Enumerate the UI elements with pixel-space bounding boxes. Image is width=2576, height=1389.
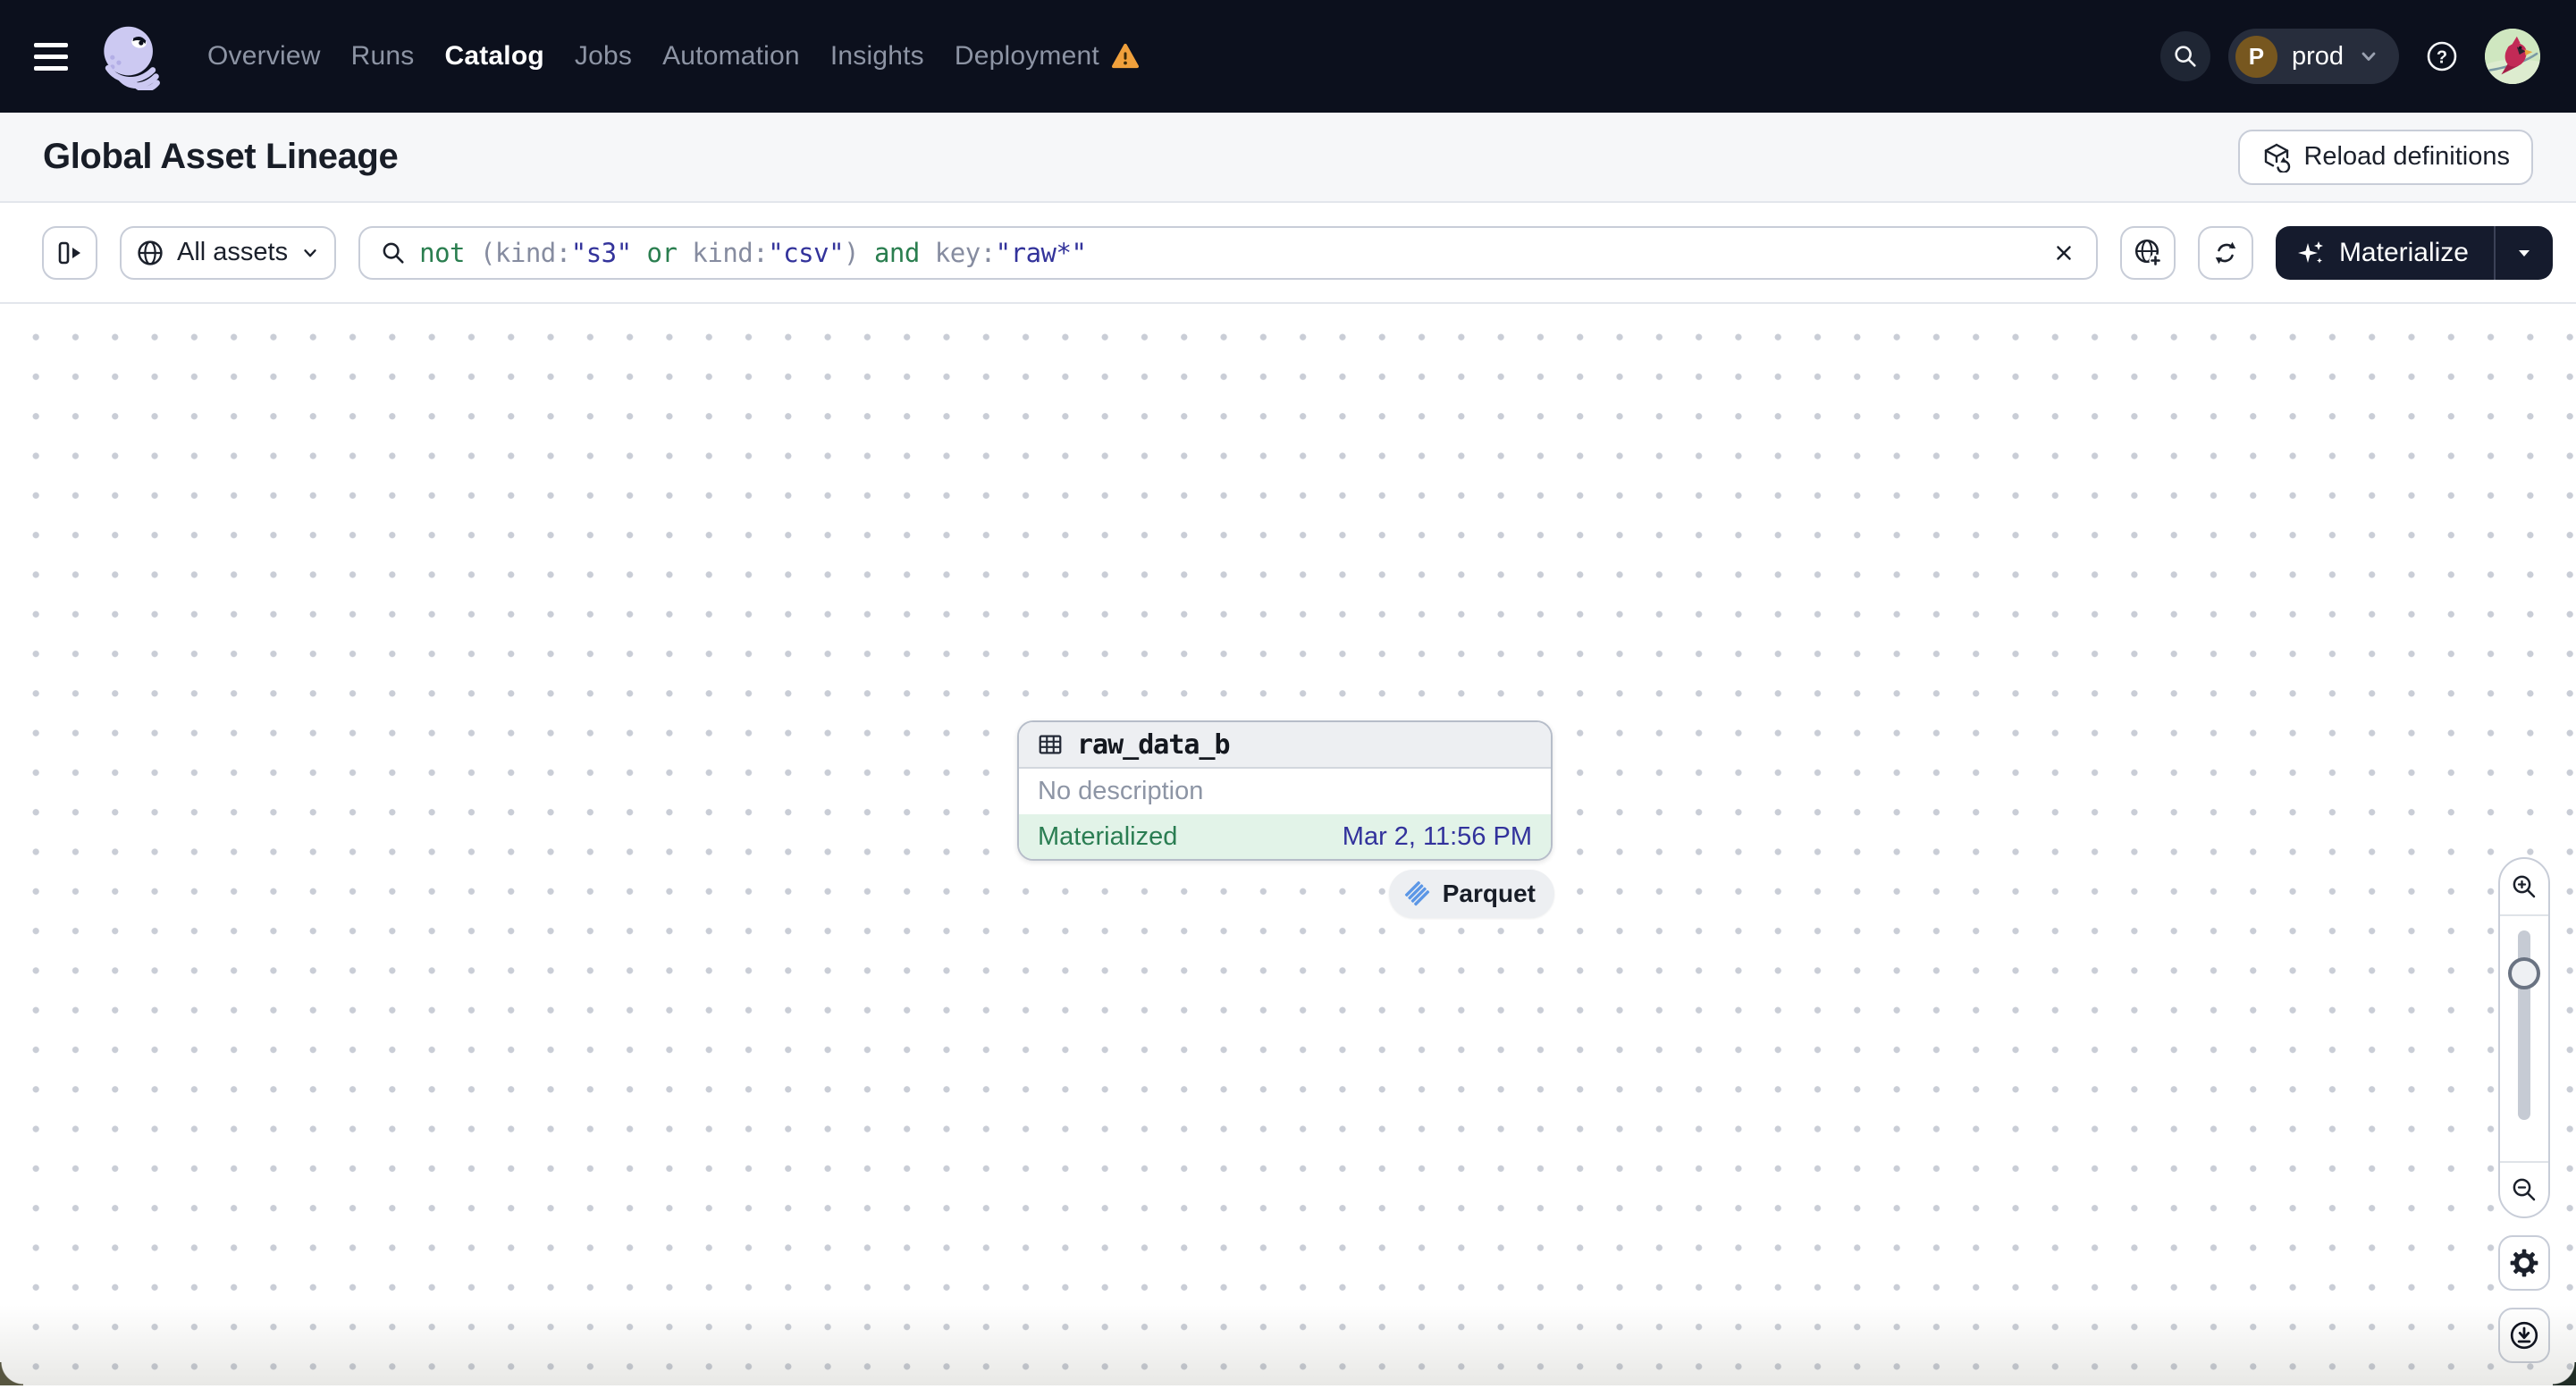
zoom-in-icon: [2513, 875, 2536, 898]
zoom-controls: [2498, 857, 2550, 1218]
search-icon: [2175, 46, 2196, 67]
query-token: "csv": [768, 237, 845, 268]
help-icon: ?: [2427, 41, 2457, 72]
open-sidebar-button[interactable]: [42, 225, 97, 280]
asset-filter-query: not (kind:"s3" or kind:"csv") and key:"r…: [419, 238, 2032, 268]
view-full-catalog-button[interactable]: [2119, 225, 2176, 280]
query-token: key:: [934, 237, 996, 268]
gear-icon: [2510, 1249, 2538, 1277]
dagster-octopus-icon: [104, 26, 160, 90]
query-token: not: [419, 237, 480, 268]
globe-add-icon: [2134, 239, 2162, 266]
environment-switcher[interactable]: P prod: [2227, 29, 2399, 84]
search-icon: [383, 242, 404, 264]
materialize-label: Materialize: [2338, 237, 2469, 267]
download-graph-button[interactable]: [2498, 1308, 2550, 1363]
nav-item-catalog[interactable]: Catalog: [444, 41, 543, 72]
dagster-logo[interactable]: [97, 22, 164, 90]
reload-definitions-label: Reload definitions: [2303, 142, 2510, 171]
app-root: Overview Runs Catalog Jobs Automation In…: [0, 0, 2576, 1389]
refresh-icon: [2215, 241, 2236, 264]
query-token: "s3": [570, 237, 632, 268]
sparkles-icon: [2297, 240, 2323, 263]
chevron-down-icon: [2361, 52, 2376, 61]
environment-name: prod: [2291, 41, 2344, 71]
asset-node-raw-data-b[interactable]: raw_data_b No description Materialized M…: [1017, 720, 1553, 861]
asset-scope-label: All assets: [177, 238, 289, 266]
nav-item-jobs[interactable]: Jobs: [575, 41, 632, 72]
asset-description: No description: [1019, 769, 1551, 814]
canvas-corner-left: [0, 1362, 23, 1385]
lineage-toolbar: All assets not (kind:"s3" or kind:"csv")…: [0, 203, 2576, 304]
globe-icon: [138, 240, 163, 265]
materialize-button[interactable]: Materialize: [2276, 226, 2494, 280]
asset-filter-input[interactable]: not (kind:"s3" or kind:"csv") and key:"r…: [358, 225, 2098, 280]
nav-right-actions: P prod ?: [2159, 29, 2540, 84]
zoom-slider-thumb[interactable]: [2508, 957, 2540, 989]
zoom-slider[interactable]: [2500, 916, 2548, 1161]
download-icon: [2510, 1321, 2538, 1350]
materialize-options-button[interactable]: [2494, 225, 2553, 280]
materialization-timestamp[interactable]: Mar 2, 11:56 PM: [1343, 822, 1532, 852]
nav-links: Overview Runs Catalog Jobs Automation In…: [207, 41, 1139, 72]
user-avatar[interactable]: [2485, 29, 2540, 84]
chevron-down-icon: [304, 248, 316, 257]
clear-filter-button[interactable]: [2044, 233, 2084, 273]
help-button[interactable]: ?: [2417, 31, 2467, 81]
reload-package-icon: [2265, 143, 2291, 173]
asset-scope-selector[interactable]: All assets: [120, 225, 337, 280]
hamburger-menu-button[interactable]: [34, 37, 73, 76]
table-icon: [1039, 735, 1062, 754]
close-icon: [2057, 245, 2071, 260]
asset-status-row: Materialized Mar 2, 11:56 PM: [1019, 814, 1551, 859]
parquet-icon: [1404, 880, 1429, 906]
graph-settings-button[interactable]: [2498, 1235, 2550, 1291]
top-nav: Overview Runs Catalog Jobs Automation In…: [0, 0, 2576, 113]
query-token: kind:: [494, 237, 571, 268]
global-search-button[interactable]: [2159, 31, 2210, 81]
query-token: kind:: [692, 237, 769, 268]
reload-definitions-button[interactable]: Reload definitions: [2238, 129, 2533, 185]
cardinal-avatar-image: [2485, 29, 2540, 84]
deployment-warning-icon: [1111, 43, 1139, 69]
materialize-split-button: Materialize: [2275, 225, 2553, 280]
status-badge: Materialized: [1038, 821, 1178, 851]
caret-down-icon: [2519, 249, 2530, 257]
nav-item-runs[interactable]: Runs: [351, 41, 415, 72]
kind-tag-label: Parquet: [1442, 880, 1536, 907]
canvas-corner-right: [2553, 1362, 2576, 1385]
lineage-canvas[interactable]: raw_data_b No description Materialized M…: [0, 304, 2576, 1385]
kind-tag-parquet[interactable]: Parquet: [1388, 870, 1554, 918]
query-token: ): [844, 237, 860, 268]
asset-name: raw_data_b: [1077, 728, 1231, 761]
zoom-out-icon: [2513, 1178, 2536, 1201]
nav-item-overview[interactable]: Overview: [207, 41, 321, 72]
page-header: Global Asset Lineage Reload definitions: [0, 113, 2576, 203]
svg-text:?: ?: [2437, 48, 2447, 68]
query-token: (: [479, 237, 495, 268]
refresh-button[interactable]: [2197, 225, 2253, 280]
asset-node-header: raw_data_b: [1019, 722, 1551, 769]
nav-item-automation[interactable]: Automation: [662, 41, 800, 72]
zoom-in-button[interactable]: [2500, 859, 2548, 916]
page-title: Global Asset Lineage: [43, 137, 399, 176]
zoom-out-button[interactable]: [2500, 1161, 2548, 1216]
environment-avatar: P: [2235, 35, 2277, 78]
query-token: or: [631, 237, 693, 268]
panel-expand-icon: [58, 241, 80, 264]
nav-item-insights[interactable]: Insights: [830, 41, 924, 72]
nav-item-deployment[interactable]: Deployment: [955, 41, 1099, 72]
query-token: "raw*": [995, 237, 1087, 268]
query-token: and: [859, 237, 935, 268]
